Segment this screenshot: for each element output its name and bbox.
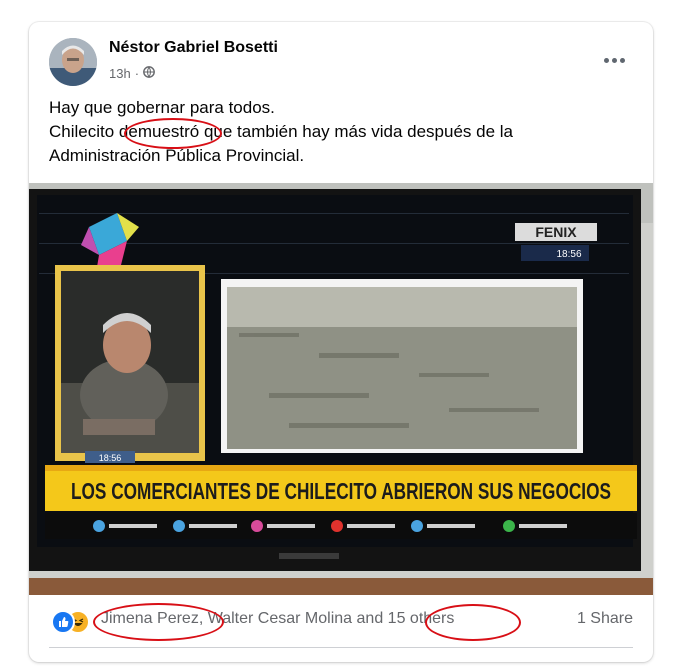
others-count[interactable]: 15 others — [388, 610, 455, 627]
reactor-name-1[interactable]: Jimena Perez — [101, 610, 199, 627]
post-header: Néstor Gabriel Bosetti 13h · — [29, 22, 653, 102]
dot-icon — [611, 57, 617, 63]
dot-icon — [619, 57, 625, 63]
tv-banner-text: LOS COMERCIANTES DE CHILECITO ABRIERON S… — [71, 478, 611, 504]
footer-divider — [49, 647, 633, 648]
reactors-text[interactable]: Jimena Perez, Walter Cesar Molina and 15… — [101, 610, 454, 628]
post-text: Hay que gobernar para todos. Chilecito d… — [49, 96, 639, 168]
author-name[interactable]: Néstor Gabriel Bosetti — [109, 39, 278, 57]
reactor-name-2[interactable]: Walter Cesar Molina — [208, 610, 352, 627]
post-meta: 13h · — [109, 66, 155, 81]
tv-brand-text: FENIX — [535, 224, 577, 240]
inset-clock-text: 18:56 — [99, 453, 122, 463]
meta-separator: · — [134, 66, 140, 81]
avatar[interactable] — [49, 38, 97, 86]
like-icon — [51, 610, 75, 634]
post-text-line: Chilecito demuestró que también hay más … — [49, 122, 513, 141]
post-footer: Jimena Perez, Walter Cesar Molina and 15… — [29, 596, 653, 648]
post-text-line: Hay que gobernar para todos. — [49, 98, 275, 117]
globe-icon — [143, 66, 155, 81]
post-text-line: Administración Pública Provincial. — [49, 146, 305, 165]
post-photo[interactable]: FENIX 18:56 18:56 LOS COMERCIANTES DE CH… — [29, 183, 653, 595]
dot-icon — [603, 57, 609, 63]
post-card: Néstor Gabriel Bosetti 13h · Hay que gob… — [29, 22, 653, 662]
tv-clock-text: 18:56 — [556, 249, 581, 260]
share-count[interactable]: 1 Share — [577, 610, 633, 628]
more-options-button[interactable] — [599, 48, 629, 72]
and-text: and — [356, 610, 384, 627]
post-time[interactable]: 13h — [109, 66, 131, 81]
reaction-icons[interactable] — [51, 610, 95, 634]
